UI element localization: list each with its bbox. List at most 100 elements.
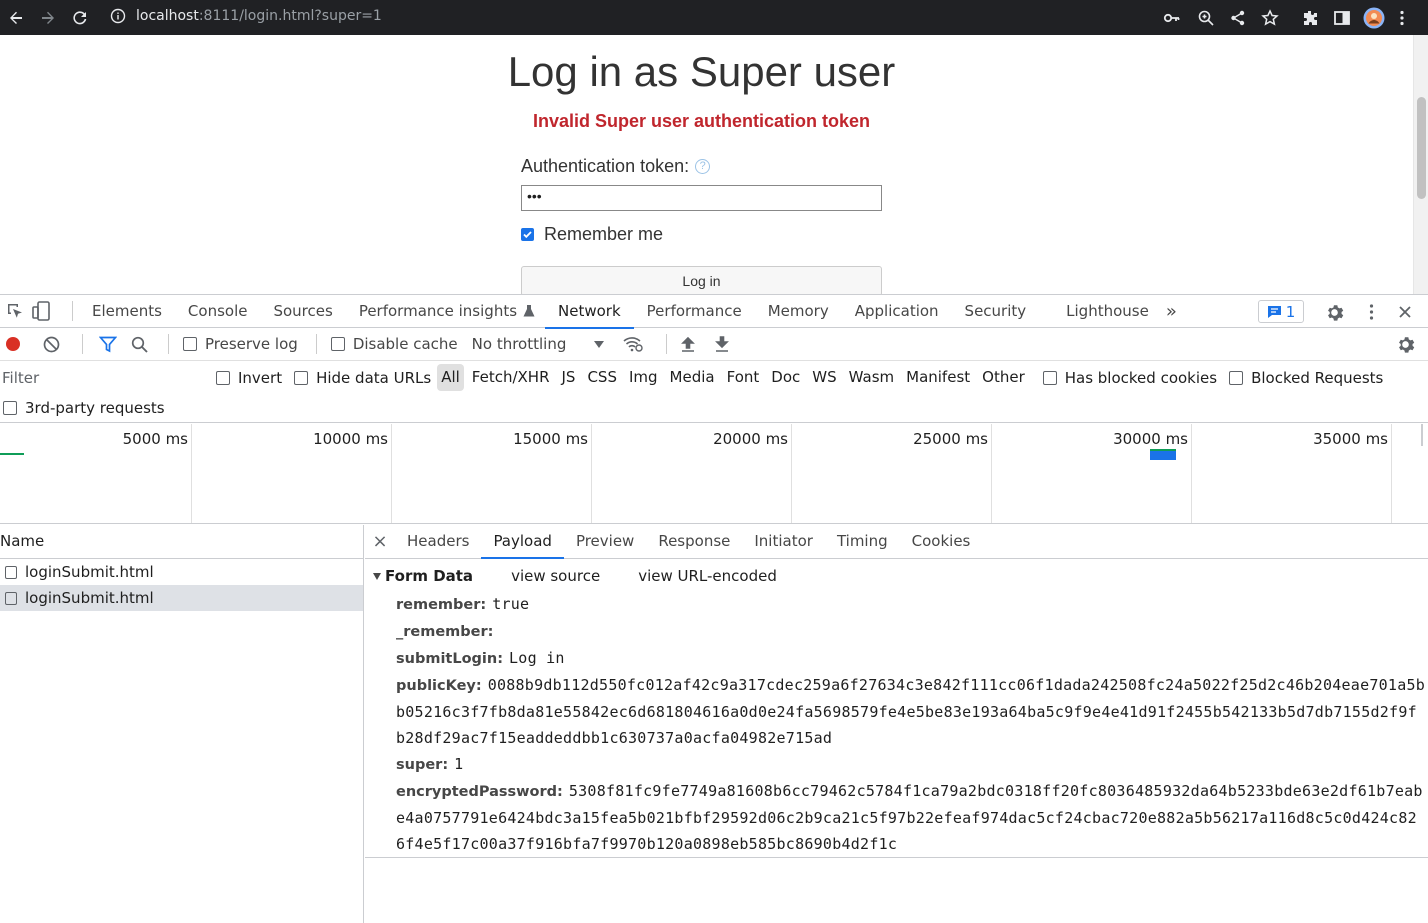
more-tabs-button[interactable]: »: [1166, 301, 1177, 322]
scrollbar-thumb[interactable]: [1417, 97, 1426, 199]
zoom-icon[interactable]: [1197, 9, 1215, 27]
toolbar-separator: [72, 301, 73, 321]
import-har-icon[interactable]: [681, 336, 696, 353]
page-viewport: Log in as Super user Invalid Super user …: [0, 35, 1428, 294]
address-bar[interactable]: localhost:8111/login.html?super=1: [100, 3, 1200, 29]
checkbox-unchecked-icon[interactable]: [1229, 370, 1244, 385]
tab-response[interactable]: Response: [646, 525, 742, 558]
tab-application[interactable]: Application: [842, 295, 952, 328]
auth-token-label: Authentication token: ?: [521, 156, 711, 177]
request-row[interactable]: loginSubmit.html: [0, 559, 363, 585]
tab-payload[interactable]: Payload: [481, 525, 564, 559]
tab-performance-insights[interactable]: Performance insights: [346, 295, 523, 328]
key-icon[interactable]: [1163, 9, 1181, 27]
share-icon[interactable]: [1229, 9, 1247, 27]
issues-badge[interactable]: 1: [1258, 300, 1304, 323]
kebab-menu-icon[interactable]: [1399, 9, 1405, 27]
checkbox-unchecked-icon[interactable]: [3, 401, 17, 415]
request-list: Name loginSubmit.html loginSubmit.html: [0, 525, 364, 923]
filter-funnel-icon[interactable]: [99, 336, 117, 353]
search-icon[interactable]: [131, 336, 148, 353]
remember-me-checkbox[interactable]: Remember me: [521, 224, 663, 245]
tab-console[interactable]: Console: [175, 295, 261, 328]
filter-type-css[interactable]: CSS: [583, 364, 621, 391]
filter-placeholder: Filter: [2, 368, 40, 387]
export-har-icon[interactable]: [715, 335, 730, 353]
filter-type-media[interactable]: Media: [666, 364, 719, 391]
tab-sources[interactable]: Sources: [260, 295, 345, 328]
checkbox-unchecked-icon[interactable]: [183, 337, 197, 351]
inspect-element-icon[interactable]: [6, 302, 24, 320]
record-icon[interactable]: [5, 336, 21, 352]
preserve-log-checkbox[interactable]: Preserve log: [183, 335, 298, 353]
checkbox-unchecked-icon[interactable]: [294, 370, 309, 385]
invert-checkbox[interactable]: Invert: [216, 369, 282, 387]
network-conditions-icon[interactable]: [622, 335, 644, 353]
third-party-checkbox[interactable]: 3rd-party requests: [3, 399, 165, 417]
tick-label: 10000 ms: [313, 430, 388, 448]
blocked-requests-checkbox[interactable]: Blocked Requests: [1229, 369, 1383, 387]
tick-label: 35000 ms: [1313, 430, 1388, 448]
devtools-menu-icon[interactable]: [1369, 303, 1374, 321]
side-panel-icon[interactable]: [1333, 9, 1351, 27]
clear-icon[interactable]: [43, 336, 60, 353]
filter-type-all[interactable]: All: [437, 364, 464, 391]
checkbox-unchecked-icon[interactable]: [216, 370, 230, 385]
checkbox-unchecked-icon[interactable]: [1042, 370, 1057, 385]
tab-memory[interactable]: Memory: [755, 295, 842, 328]
tab-headers[interactable]: Headers: [395, 525, 481, 558]
filter-type-doc[interactable]: Doc: [767, 364, 804, 391]
help-icon[interactable]: ?: [695, 159, 711, 174]
info-icon[interactable]: [110, 8, 126, 24]
request-row-selected[interactable]: loginSubmit.html: [0, 585, 363, 611]
filter-type-ws[interactable]: WS: [808, 364, 840, 391]
filter-type-manifest[interactable]: Manifest: [902, 364, 974, 391]
auth-token-input[interactable]: •••: [521, 185, 882, 211]
tick-label: 25000 ms: [913, 430, 988, 448]
filter-type-img[interactable]: Img: [625, 364, 662, 391]
tab-elements[interactable]: Elements: [79, 295, 175, 328]
forward-icon[interactable]: [32, 3, 64, 33]
filter-type-wasm[interactable]: Wasm: [845, 364, 899, 391]
extensions-icon[interactable]: [1301, 9, 1319, 27]
back-icon[interactable]: [0, 3, 32, 33]
tab-security[interactable]: Security: [952, 295, 1040, 328]
tab-preview[interactable]: Preview: [564, 525, 646, 558]
reload-icon[interactable]: [64, 3, 96, 33]
toolbar-separator: [82, 334, 83, 354]
device-toolbar-icon[interactable]: [32, 301, 50, 321]
view-url-encoded-link[interactable]: view URL-encoded: [638, 567, 777, 585]
has-blocked-cookies-checkbox[interactable]: Has blocked cookies: [1042, 369, 1217, 387]
settings-gear-icon[interactable]: [1325, 303, 1344, 322]
filter-type-other[interactable]: Other: [978, 364, 1029, 391]
name-column-header[interactable]: Name: [0, 525, 363, 559]
expand-triangle-icon[interactable]: [373, 572, 381, 580]
checkbox-unchecked-icon[interactable]: [330, 337, 345, 351]
tab-timing[interactable]: Timing: [825, 525, 900, 558]
page-scrollbar[interactable]: [1413, 35, 1428, 294]
tab-cookies[interactable]: Cookies: [900, 525, 983, 558]
network-overview-timeline[interactable]: 5000 ms 10000 ms 15000 ms 20000 ms 25000…: [0, 424, 1428, 524]
hide-data-urls-checkbox[interactable]: Hide data URLs: [294, 369, 431, 387]
filter-type-js[interactable]: JS: [558, 364, 580, 391]
filter-input[interactable]: Filter: [0, 365, 200, 390]
tab-lighthouse[interactable]: Lighthouse: [1053, 295, 1162, 328]
filter-type-fetch-xhr[interactable]: Fetch/XHR: [468, 364, 554, 391]
throttling-select[interactable]: No throttling: [472, 335, 605, 353]
close-details-button[interactable]: ×: [365, 531, 395, 552]
tick-label: 20000 ms: [713, 430, 788, 448]
tab-network[interactable]: Network: [545, 295, 634, 329]
tab-initiator[interactable]: Initiator: [742, 525, 825, 558]
close-devtools-icon[interactable]: [1398, 305, 1412, 319]
network-settings-gear-icon[interactable]: [1396, 335, 1415, 354]
disable-cache-checkbox[interactable]: Disable cache: [330, 335, 458, 353]
filter-type-font[interactable]: Font: [723, 364, 764, 391]
view-source-link[interactable]: view source: [511, 567, 600, 585]
tab-performance[interactable]: Performance: [634, 295, 755, 328]
checkbox-checked-icon[interactable]: [521, 228, 534, 241]
hide-data-urls-label: Hide data URLs: [316, 368, 432, 387]
bookmark-star-icon[interactable]: [1261, 8, 1279, 27]
avatar[interactable]: [1363, 7, 1385, 29]
form-data-section-header[interactable]: Form Data view source view URL-encoded: [373, 567, 815, 585]
login-button[interactable]: Log in: [521, 266, 882, 294]
